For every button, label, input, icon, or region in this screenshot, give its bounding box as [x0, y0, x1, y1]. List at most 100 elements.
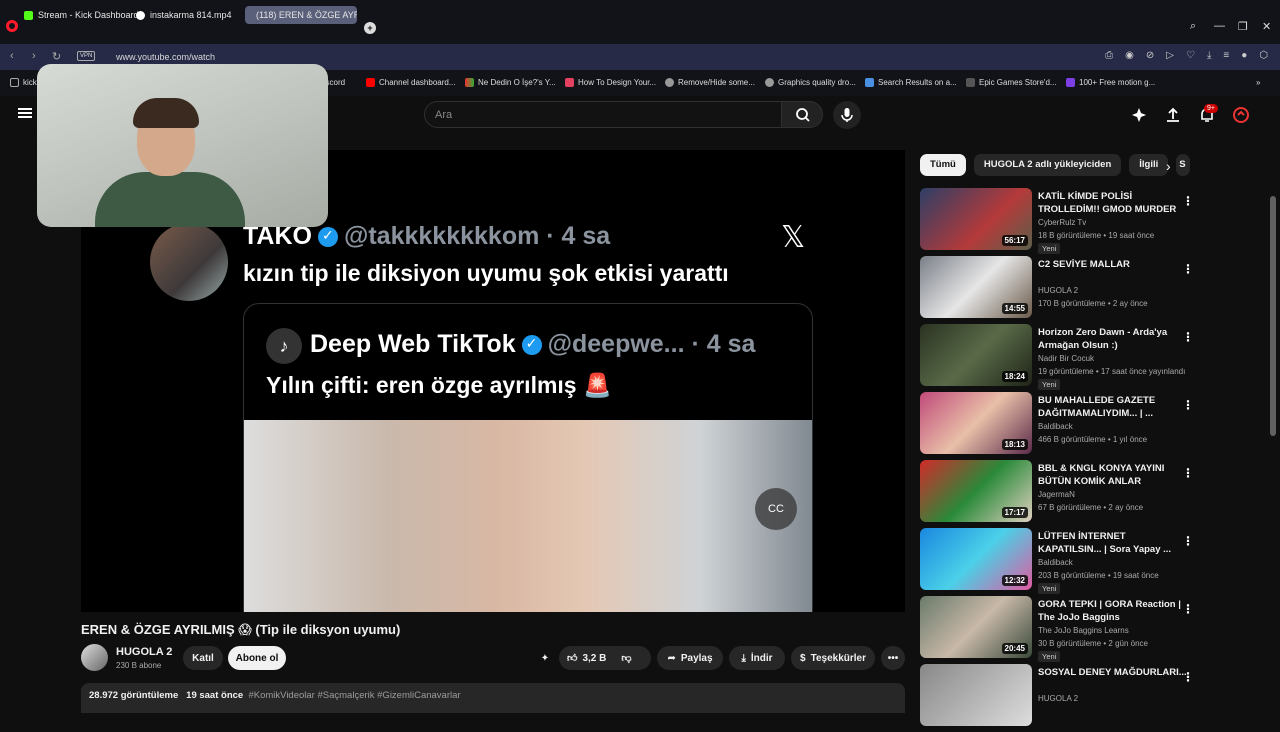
heart-icon[interactable]: ♡ [1186, 50, 1195, 61]
voice-search-button[interactable] [833, 101, 861, 129]
player-icon[interactable]: ▷ [1166, 50, 1174, 61]
snapshot-icon[interactable]: ⎙ [1105, 50, 1113, 61]
video-thumbnail[interactable]: 14:55 [920, 256, 1032, 318]
dislike-icon[interactable]: 👎︎ [621, 652, 631, 664]
rec-title[interactable]: BBL & KNGL KONYA YAYINI BÜTÜN KOMİK ANLA… [1038, 462, 1188, 488]
page-scrollbar[interactable] [1270, 196, 1276, 436]
rec-channel[interactable]: Baldiback [1038, 558, 1073, 567]
rec-title[interactable]: BU MAHALLEDE GAZETE DAĞITMAMALIYDIM... |… [1038, 394, 1188, 420]
url-field[interactable]: www.youtube.com/watch [116, 52, 215, 62]
more-options-icon[interactable]: ⋮ [1182, 670, 1194, 684]
upload-icon[interactable] [1164, 106, 1182, 124]
more-options-icon[interactable]: ⋮ [1182, 194, 1194, 208]
thanks-button[interactable]: $ Teşekkürler [791, 646, 875, 670]
rec-channel[interactable]: Nadir Bir Cocuk [1038, 354, 1094, 363]
vpn-badge[interactable]: VPN [77, 51, 96, 61]
minimize-icon[interactable]: — [1214, 20, 1225, 32]
chip-from-uploader[interactable]: HUGOLA 2 adlı yükleyiciden [973, 154, 1122, 176]
extensions-icon[interactable]: ⬡ [1259, 50, 1268, 61]
chip-partial[interactable]: S [1176, 154, 1191, 176]
tab-youtube-active[interactable]: (118) EREN & ÖZGE AYRIL [245, 6, 357, 24]
rec-channel[interactable]: HUGOLA 2 [1038, 286, 1078, 295]
rec-title[interactable]: GORA TEPKI | GORA Reaction | The JoJo Ba… [1038, 598, 1188, 624]
search-tabs-icon[interactable]: ⌕ [1190, 20, 1196, 33]
video-thumbnail[interactable]: 17:17 [920, 460, 1032, 522]
video-thumbnail[interactable]: 18:24 [920, 324, 1032, 386]
search-button[interactable] [781, 101, 823, 128]
like-count[interactable]: 3,2 B [582, 653, 606, 664]
bookmark-design[interactable]: How To Design Your... [565, 78, 656, 87]
recommendation-item[interactable]: 18:24 Horizon Zero Dawn - Arda'ya Armağan… [920, 324, 1270, 392]
rec-channel[interactable]: The JoJo Baggins Learns [1038, 626, 1129, 635]
channel-name[interactable]: HUGOLA 2 [116, 646, 172, 658]
rec-channel[interactable]: CyberRulz Tv [1038, 218, 1086, 227]
bookmark-kick[interactable]: kick [10, 78, 37, 87]
recommendation-item[interactable]: 12:32 LÜTFEN İNTERNET KAPATILSIN... | Sor… [920, 528, 1270, 596]
hashtags[interactable]: #KomikVideolar #Saçmalçerik #GizemliCana… [248, 690, 460, 701]
recommendation-item[interactable]: 20:45 GORA TEPKI | GORA Reaction | The Jo… [920, 596, 1270, 664]
account-avatar-icon[interactable] [1232, 106, 1250, 124]
bookmark-channel-dashboard[interactable]: Channel dashboard... [366, 78, 456, 87]
opera-logo-icon[interactable] [6, 20, 18, 32]
new-tab-button[interactable]: + [364, 22, 376, 34]
bookmark-epic-games[interactable]: Epic Games Store'd... [966, 78, 1057, 87]
ai-summary-icon[interactable]: ✦ [536, 646, 554, 670]
recommendation-item[interactable]: 56:17 KATİL KİMDE POLİSİ TROLLEDİM!! GMOD… [920, 188, 1270, 256]
rec-title[interactable]: SOSYAL DENEY MAĞDURLARI... [1038, 666, 1188, 679]
easy-setup-icon[interactable]: ≡ [1223, 50, 1229, 61]
rec-title[interactable]: C2 SEVİYE MALLAR [1038, 258, 1188, 271]
close-icon[interactable]: ✕ [1262, 20, 1271, 33]
video-thumbnail[interactable]: 18:13 [920, 392, 1032, 454]
more-options-icon[interactable]: ⋮ [1182, 534, 1194, 548]
recommendation-item[interactable]: SOSYAL DENEY MAĞDURLARI... HUGOLA 2 ⋮ [920, 664, 1270, 732]
create-icon[interactable] [1130, 106, 1148, 124]
maximize-icon[interactable]: ❐ [1238, 20, 1248, 33]
join-button[interactable]: Katıl [183, 646, 223, 670]
bookmarks-more-icon[interactable]: » [1256, 78, 1260, 87]
rec-title[interactable]: Horizon Zero Dawn - Arda'ya Armağan Olsu… [1038, 326, 1188, 352]
rec-channel[interactable]: JagermaN [1038, 490, 1075, 499]
chip-related[interactable]: İlgili [1129, 154, 1169, 176]
profile-avatar[interactable]: ● [1241, 50, 1247, 61]
video-thumbnail[interactable] [920, 664, 1032, 726]
recommendation-item[interactable]: 18:13 BU MAHALLEDE GAZETE DAĞITMAMALIYDIM… [920, 392, 1270, 460]
channel-avatar[interactable] [81, 644, 108, 671]
bookmark-motion[interactable]: 100+ Free motion g... [1066, 78, 1155, 87]
more-actions-button[interactable]: ••• [881, 646, 905, 670]
bookmark-search-results[interactable]: Search Results on a... [865, 78, 957, 87]
tab-instakarma[interactable]: instakarma 814.mp4 [136, 6, 232, 24]
bookmark-remove-hide[interactable]: Remove/Hide some... [665, 78, 755, 87]
rec-title[interactable]: LÜTFEN İNTERNET KAPATILSIN... | Sora Yap… [1038, 530, 1188, 556]
bookmark-ne-dedin[interactable]: Ne Dedin O İşe?'s Y... [465, 78, 556, 87]
rec-channel[interactable]: Baldiback [1038, 422, 1073, 431]
subscribe-button[interactable]: Abone ol [228, 646, 286, 670]
forward-icon[interactable]: › [32, 50, 36, 62]
more-options-icon[interactable]: ⋮ [1182, 466, 1194, 480]
video-thumbnail[interactable]: 12:32 [920, 528, 1032, 590]
like-icon[interactable]: 👍︎ [567, 652, 577, 664]
back-icon[interactable]: ‹ [10, 50, 14, 62]
rec-channel[interactable]: HUGOLA 2 [1038, 694, 1078, 703]
adblock-icon[interactable]: ⊘ [1146, 50, 1154, 61]
more-options-icon[interactable]: ⋮ [1182, 602, 1194, 616]
closed-captions-button[interactable]: CC [755, 488, 797, 530]
download-button[interactable]: ⤓ İndir [729, 646, 785, 670]
reload-icon[interactable]: ↻ [52, 50, 61, 63]
search-input[interactable]: Ara [424, 101, 782, 128]
camera-icon[interactable]: ◉ [1125, 50, 1134, 61]
more-options-icon[interactable]: ⋮ [1182, 262, 1194, 276]
video-thumbnail[interactable]: 20:45 [920, 596, 1032, 658]
share-button[interactable]: ➦ Paylaş [657, 646, 723, 670]
chip-all[interactable]: Tümü [920, 154, 966, 176]
tab-kick-dashboard[interactable]: Stream - Kick Dashboard [24, 6, 139, 24]
video-thumbnail[interactable]: 56:17 [920, 188, 1032, 250]
recommendation-item[interactable]: 17:17 BBL & KNGL KONYA YAYINI BÜTÜN KOMİK… [920, 460, 1270, 528]
chevron-right-icon[interactable]: › [1166, 158, 1171, 174]
bookmark-graphics[interactable]: Graphics quality dro... [765, 78, 856, 87]
hamburger-menu-icon[interactable] [18, 108, 32, 118]
rec-title[interactable]: KATİL KİMDE POLİSİ TROLLEDİM!! GMOD MURD… [1038, 190, 1188, 216]
description-box[interactable]: 28.972 görüntüleme 19 saat önce #KomikVi… [81, 683, 905, 713]
more-options-icon[interactable]: ⋮ [1182, 398, 1194, 412]
download-icon[interactable]: ⤓ [1207, 50, 1211, 61]
more-options-icon[interactable]: ⋮ [1182, 330, 1194, 344]
